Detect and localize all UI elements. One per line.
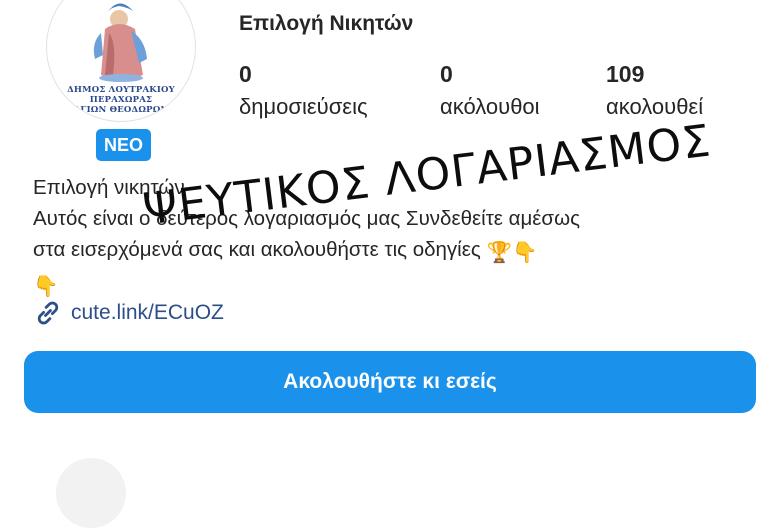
highlight-avatar[interactable] [56,458,126,528]
bio-line-2-text: στα εισερχόμενά σας και ακολουθήστε τις … [33,238,481,261]
logo-line-3: ΑΓΙΩΝ ΘΕΟΔΩΡΩΝ [73,105,169,115]
stat-followers-label: ακόλουθοι [440,94,540,119]
stat-following-count: 109 [606,61,645,87]
follow-button[interactable]: Ακολουθήστε κι εσείς [24,351,756,413]
logo-line-2: ΠΕΡΑΧΩΡΑΣ [89,95,153,105]
stat-followers-count: 0 [440,61,453,87]
bio-link[interactable]: cute.link/ECuOZ [33,298,224,328]
bio-link-text[interactable]: cute.link/ECuOZ [71,301,224,325]
bio-line-2: στα εισερχόμενά σας και ακολουθήστε τις … [33,234,753,268]
stat-following[interactable]: 109 ακολουθεί [606,60,703,124]
new-badge: ΝΕΟ [93,126,154,164]
stat-posts-count: 0 [239,61,252,87]
link-icon [37,301,59,325]
stat-followers[interactable]: 0 ακόλουθοι [440,60,540,124]
stat-posts[interactable]: 0 δημοσιεύσεις [239,60,368,124]
profile-username: Επιλογή Νικητών [239,12,414,35]
profile-avatar[interactable]: ΔΗΜΟΣ ΛΟΥΤΡΑΚΙΟΥ ΠΕΡΑΧΩΡΑΣ ΑΓΙΩΝ ΘΕΟΔΩΡΩ… [46,0,196,122]
bio-line-3: 👇 [33,268,753,302]
stat-posts-label: δημοσιεύσεις [239,94,368,119]
logo-line-1: ΔΗΜΟΣ ΛΟΥΤΡΑΚΙΟΥ [67,85,175,95]
trophy-pointing-down-icon: 🏆👇 [486,241,538,264]
